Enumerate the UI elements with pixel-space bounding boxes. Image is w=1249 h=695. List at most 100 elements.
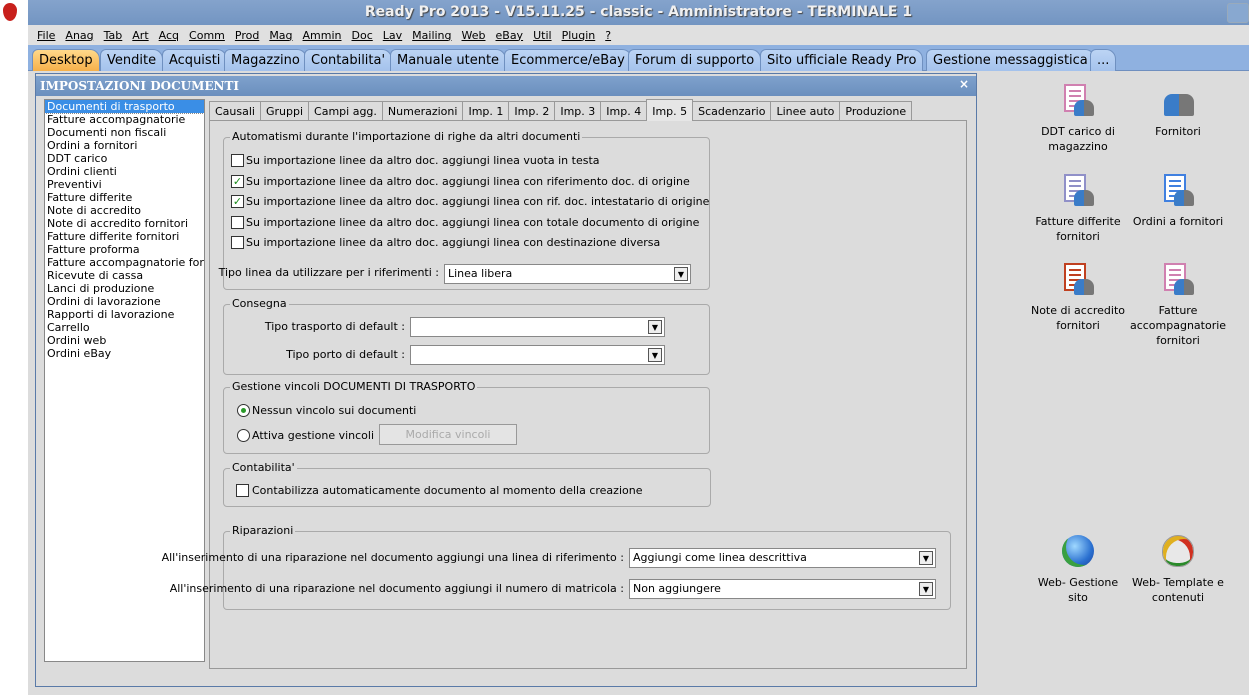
menu-6[interactable]: Prod [230, 29, 264, 42]
strawberry-logo-icon [3, 3, 17, 21]
menu-2[interactable]: Tab [99, 29, 128, 42]
tab-9[interactable]: Scadenzario [692, 101, 772, 121]
list-item[interactable]: Ordini di lavorazione [45, 295, 204, 308]
list-item[interactable]: Note di accredito [45, 204, 204, 217]
radio-attiva-vincoli[interactable] [237, 429, 250, 442]
tipo-porto-select[interactable]: ▼ [410, 345, 665, 365]
desktop-tab-7[interactable]: Forum di supporto [628, 49, 762, 71]
desktop-tab-4[interactable]: Contabilita' [304, 49, 393, 71]
shortcut-label: Note di accredito fornitori [1030, 304, 1126, 332]
list-item[interactable]: Ordini eBay [45, 347, 204, 360]
list-item[interactable]: Fatture differite fornitori [45, 230, 204, 243]
linea-riferimento-select[interactable]: Aggiungi come linea descrittiva ▼ [629, 548, 936, 568]
desktop-shortcut[interactable]: Web- Template e contenuti [1128, 535, 1228, 605]
automatismo-checkbox[interactable] [231, 154, 244, 167]
menu-7[interactable]: Mag [264, 29, 297, 42]
desktop-tab-8[interactable]: Sito ufficiale Ready Pro [760, 49, 924, 71]
tab-6[interactable]: Imp. 3 [554, 101, 602, 121]
list-item[interactable]: Fatture accompagnatorie fornitori [45, 256, 204, 269]
automatismo-checkbox[interactable] [231, 236, 244, 249]
tab-2[interactable]: Campi agg. [308, 101, 383, 121]
minimize-button[interactable] [1227, 3, 1249, 23]
group-legend: Automatismi durante l'importazione di ri… [230, 130, 583, 143]
group-legend: Consegna [230, 297, 289, 310]
automatismo-checkbox[interactable]: ✓ [231, 174, 244, 188]
desktop-tab-10[interactable]: ... [1090, 49, 1117, 71]
desktop-shortcut[interactable]: Web- Gestione sito [1028, 535, 1128, 605]
menu-1[interactable]: Anag [60, 29, 98, 42]
tab-1[interactable]: Gruppi [259, 101, 310, 121]
automatismo-checkbox[interactable] [231, 215, 244, 229]
list-item[interactable]: Documenti non fiscali [45, 126, 204, 139]
list-item[interactable]: Ricevute di cassa [45, 269, 204, 282]
tipo-trasporto-label: Tipo trasporto di default : [264, 320, 405, 333]
menu-9[interactable]: Doc [347, 29, 378, 42]
menu-15[interactable]: Plugin [557, 29, 601, 42]
menu-5[interactable]: Comm [184, 29, 230, 42]
menu-0[interactable]: File [32, 29, 60, 42]
menu-4[interactable]: Acq [154, 29, 184, 42]
desktop-tab-3[interactable]: Magazzino [224, 49, 307, 71]
list-item[interactable]: Note di accredito fornitori [45, 217, 204, 230]
list-item[interactable]: Ordini web [45, 334, 204, 347]
tipo-trasporto-select[interactable]: ▼ [410, 317, 665, 337]
menu-12[interactable]: Web [457, 29, 491, 42]
tab-3[interactable]: Numerazioni [381, 101, 464, 121]
checkbox-label: Su importazione linee da altro doc. aggi… [246, 236, 661, 249]
tab-8[interactable]: Imp. 5 [646, 99, 694, 121]
menu-16[interactable]: ? [600, 29, 616, 42]
shortcut-label: Fatture accompagnatorie fornitori [1129, 304, 1227, 347]
close-icon[interactable]: × [958, 78, 970, 90]
list-item[interactable]: Fatture accompagnatorie [45, 113, 204, 126]
tab-10[interactable]: Linee auto [770, 101, 841, 121]
list-item[interactable]: Documenti di trasporto [44, 99, 205, 114]
radio-nessun-vincolo[interactable] [237, 404, 250, 417]
menu-10[interactable]: Lav [378, 29, 407, 42]
tipo-porto-label: Tipo porto di default : [286, 348, 405, 361]
desktop-tab-5[interactable]: Manuale utente [390, 49, 507, 71]
desktop-shortcut[interactable]: Note di accredito fornitori [1028, 263, 1128, 333]
menu-13[interactable]: eBay [491, 29, 529, 42]
desktop-shortcut[interactable]: Fatture accompagnatorie fornitori [1128, 263, 1228, 348]
tab-0[interactable]: Causali [209, 101, 261, 121]
desktop-shortcut[interactable]: Ordini a fornitori [1128, 174, 1228, 229]
automatismo-checkbox[interactable]: ✓ [231, 195, 244, 208]
menu-14[interactable]: Util [528, 29, 556, 42]
menu-8[interactable]: Ammin [298, 29, 347, 42]
document-people-icon [1162, 174, 1194, 206]
tab-5[interactable]: Imp. 2 [508, 101, 556, 121]
desktop-shortcut[interactable]: DDT carico di magazzino [1028, 84, 1128, 154]
menu-11[interactable]: Mailing [407, 29, 456, 42]
contabilizza-checkbox[interactable] [236, 484, 249, 497]
group-legend: Contabilita' [230, 461, 297, 474]
desktop-tab-6[interactable]: Ecommerce/eBay [504, 49, 632, 71]
list-item[interactable]: Ordini a fornitori [45, 139, 204, 152]
desktop-tab-0[interactable]: Desktop [32, 49, 100, 71]
desktop-shortcut[interactable]: Fornitori [1128, 84, 1228, 139]
list-item[interactable]: Lanci di produzione [45, 282, 204, 295]
list-item[interactable]: Fatture proforma [45, 243, 204, 256]
list-item[interactable]: Rapporti di lavorazione [45, 308, 204, 321]
desktop-tab-1[interactable]: Vendite [100, 49, 164, 71]
group-legend: Gestione vincoli DOCUMENTI DI TRASPORTO [230, 380, 478, 393]
modifica-vincoli-button[interactable]: Modifica vincoli [379, 424, 517, 445]
tab-7[interactable]: Imp. 4 [600, 101, 648, 121]
linea-riferimento-label: All'inserimento di una riparazione nel d… [161, 551, 624, 564]
desktop-tab-9[interactable]: Gestione messaggistica [926, 49, 1095, 71]
list-item[interactable]: DDT carico [45, 152, 204, 165]
menu-bar: File Anag Tab Art Acq Comm Prod Mag Ammin Doc Lav M… [28, 25, 1249, 45]
tipo-linea-select[interactable]: Linea libera ▼ [444, 264, 691, 284]
desktop-tab-2[interactable]: Acquisti [162, 49, 228, 71]
menu-3[interactable]: Art [127, 29, 153, 42]
desktop-shortcut[interactable]: Fatture differite fornitori [1028, 174, 1128, 244]
list-item[interactable]: Fatture differite [45, 191, 204, 204]
list-item[interactable]: Preventivi [45, 178, 204, 191]
numero-matricola-select[interactable]: Non aggiungere ▼ [629, 579, 936, 599]
tab-4[interactable]: Imp. 1 [462, 101, 510, 121]
list-item[interactable]: Carrello [45, 321, 204, 334]
list-item[interactable]: Ordini clienti [45, 165, 204, 178]
chevron-down-icon: ▼ [919, 551, 933, 565]
chevron-down-icon: ▼ [648, 320, 662, 334]
document-type-list[interactable]: Documenti di trasporto Fatture accompagna… [44, 99, 205, 662]
tab-11[interactable]: Produzione [839, 101, 913, 121]
